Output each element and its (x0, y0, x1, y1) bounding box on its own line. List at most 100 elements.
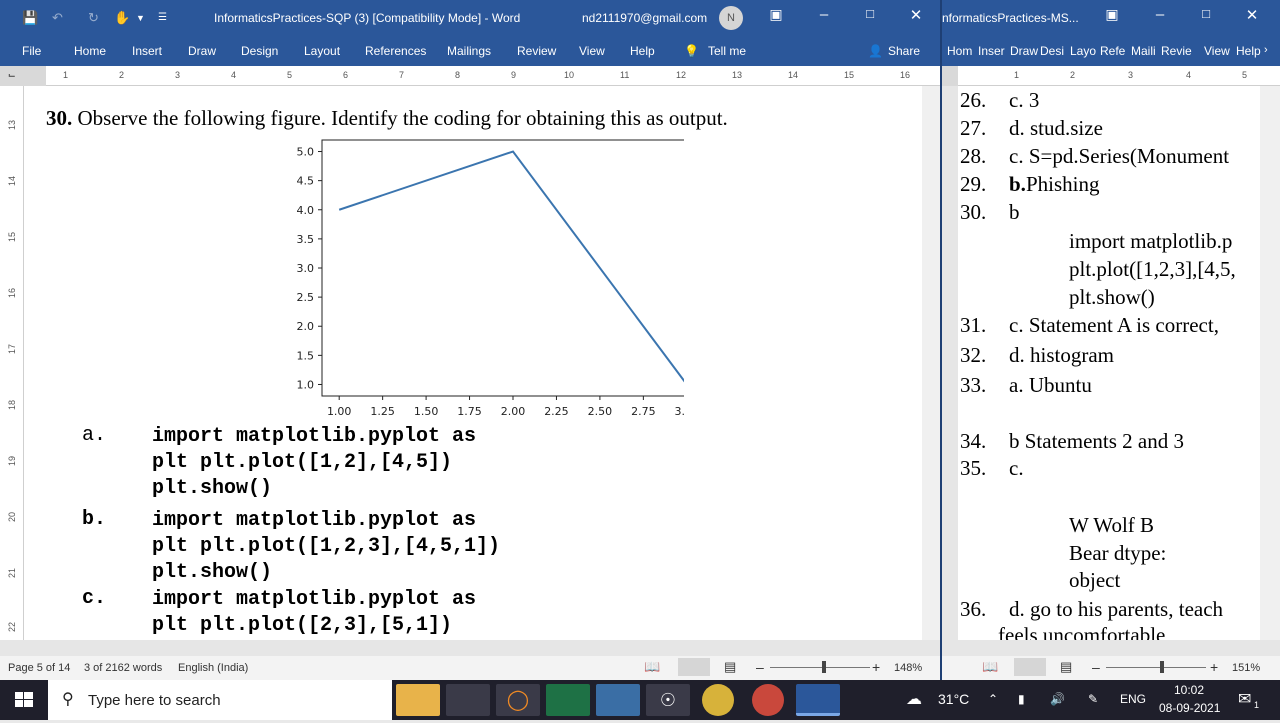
vertical-ruler[interactable]: 13 14 15 16 17 18 19 20 21 22 (0, 86, 24, 640)
share-button[interactable]: Share (888, 44, 920, 58)
weather-cloud-icon[interactable]: ☁ (906, 689, 922, 709)
ribbon-display-options-icon[interactable]: ▣ (1100, 6, 1124, 23)
zoom-level[interactable]: 151% (1232, 662, 1260, 674)
start-button[interactable] (0, 680, 48, 720)
excel-icon[interactable] (546, 684, 590, 716)
tab-design[interactable]: Desi (1040, 44, 1064, 58)
vertical-scrollbar[interactable] (1260, 86, 1280, 640)
redo-icon[interactable]: ↻ (88, 10, 99, 26)
zoom-slider[interactable] (770, 667, 870, 668)
notification-icon[interactable]: ✉ (1238, 689, 1251, 709)
customize-qat-icon[interactable]: ☰ (158, 12, 167, 23)
undo-icon[interactable]: ↶ (52, 10, 63, 26)
tab-layout[interactable]: Layout (304, 44, 340, 58)
clock-time[interactable]: 10:02 (1174, 683, 1204, 697)
tab-references[interactable]: References (365, 44, 426, 58)
page-count[interactable]: Page 5 of 14 (8, 662, 70, 674)
window-title: InformaticsPractices-SQP (3) [Compatibil… (214, 11, 521, 25)
print-layout-icon[interactable] (1014, 658, 1046, 676)
print-layout-icon[interactable] (678, 658, 710, 676)
answer-text: c. (1009, 456, 1024, 480)
save-icon[interactable]: 💾 (22, 10, 38, 26)
tab-view[interactable]: View (579, 44, 605, 58)
chevron-right-icon[interactable]: › (1264, 44, 1268, 56)
chrome-profile-icon[interactable] (752, 684, 784, 716)
close-icon[interactable]: ✕ (1240, 6, 1264, 24)
minimize-icon[interactable]: – (1148, 6, 1172, 23)
remote-desktop-icon[interactable] (596, 684, 640, 716)
tab-draw[interactable]: Draw (1010, 44, 1038, 58)
tell-me-search[interactable]: Tell me (708, 44, 746, 58)
tab-home[interactable]: Home (74, 44, 106, 58)
tab-help[interactable]: Help (630, 44, 655, 58)
read-mode-icon[interactable]: 📖 (644, 659, 660, 675)
ruler-number: 14 (7, 175, 18, 187)
code-line: import matplotlib.pyplot as (152, 425, 477, 448)
ribbon-display-options-icon[interactable]: ▣ (764, 6, 788, 23)
chevron-up-icon[interactable]: ⌃ (988, 692, 998, 706)
close-icon[interactable]: ✕ (904, 6, 928, 24)
tab-mailings[interactable]: Maili (1131, 44, 1156, 58)
tab-view[interactable]: View (1204, 44, 1230, 58)
zoom-level[interactable]: 148% (894, 662, 922, 674)
zoom-in-icon[interactable]: + (872, 659, 880, 675)
tab-selector-icon[interactable]: ⌙ (8, 70, 16, 81)
answer-number: 33. (960, 373, 987, 397)
app-icon-orange[interactable]: ◯ (496, 684, 540, 716)
lightbulb-icon: 💡 (684, 44, 699, 58)
tab-references[interactable]: Refe (1100, 44, 1125, 58)
input-language[interactable]: ENG (1120, 692, 1146, 706)
tab-draw[interactable]: Draw (188, 44, 216, 58)
search-placeholder[interactable]: Type here to search (88, 692, 221, 709)
file-explorer-icon[interactable] (396, 684, 440, 716)
taskbar-search[interactable]: ⚲ Type here to search (48, 680, 392, 720)
volume-icon[interactable]: 🔊 (1050, 692, 1065, 706)
avatar[interactable]: N (719, 6, 743, 30)
horizontal-ruler[interactable]: 1 2 3 4 5 (942, 66, 1280, 86)
temperature[interactable]: 31°C (938, 691, 969, 707)
y-tick-label: 2.5 (297, 291, 315, 304)
chevron-down-icon[interactable]: ▼ (136, 13, 145, 23)
web-layout-icon[interactable]: ▤ (1060, 659, 1072, 675)
vertical-scrollbar[interactable] (922, 86, 940, 640)
maximize-icon[interactable]: □ (1194, 6, 1218, 21)
tab-help[interactable]: Help (1236, 44, 1261, 58)
answer-key-page[interactable]: 26. c. 3 27. d. stud.size 28. c. S=pd.Se… (958, 86, 1260, 640)
touch-mode-icon[interactable]: ✋ (114, 10, 130, 26)
zoom-slider-handle[interactable] (822, 661, 826, 673)
minimize-icon[interactable]: – (812, 6, 836, 23)
tab-file[interactable]: File (22, 44, 41, 58)
web-layout-icon[interactable]: ▤ (724, 659, 736, 675)
tab-insert[interactable]: Insert (132, 44, 162, 58)
tab-insert[interactable]: Inser (978, 44, 1005, 58)
account-email[interactable]: nd2111970@gmail.com (582, 11, 707, 25)
maximize-icon[interactable]: □ (858, 6, 882, 21)
tab-review[interactable]: Review (517, 44, 556, 58)
language-status[interactable]: English (India) (178, 662, 248, 674)
store-icon[interactable] (446, 684, 490, 716)
horizontal-ruler[interactable]: ⌙ 1 2 3 4 5 6 7 8 9 10 11 12 13 14 15 16 (0, 66, 940, 86)
battery-icon[interactable]: ▮ (1018, 692, 1025, 706)
chrome-icon[interactable] (702, 684, 734, 716)
zoom-in-icon[interactable]: + (1210, 659, 1218, 675)
word-count[interactable]: 3 of 2162 words (84, 662, 162, 674)
word-icon[interactable] (796, 684, 840, 716)
zoom-slider-handle[interactable] (1160, 661, 1164, 673)
ruler-number: 7 (399, 70, 405, 80)
app-icon-circle[interactable]: ☉ (646, 684, 690, 716)
document-page[interactable]: 30. Observe the following figure. Identi… (24, 86, 922, 640)
code-line: plt.show() (152, 477, 273, 500)
tab-mailings[interactable]: Mailings (447, 44, 491, 58)
tab-home[interactable]: Hom (947, 44, 972, 58)
tab-layout[interactable]: Layo (1070, 44, 1096, 58)
clock-date[interactable]: 08-09-2021 (1159, 701, 1220, 715)
tab-review[interactable]: Revie (1161, 44, 1192, 58)
y-tick-label: 3.5 (297, 233, 315, 246)
read-mode-icon[interactable]: 📖 (982, 659, 998, 675)
zoom-slider[interactable] (1106, 667, 1206, 668)
zoom-out-icon[interactable]: – (756, 659, 764, 675)
zoom-out-icon[interactable]: – (1092, 659, 1100, 675)
document-area[interactable]: 30. Observe the following figure. Identi… (24, 86, 922, 640)
pen-icon[interactable]: ✎ (1088, 692, 1098, 706)
tab-design[interactable]: Design (241, 44, 278, 58)
